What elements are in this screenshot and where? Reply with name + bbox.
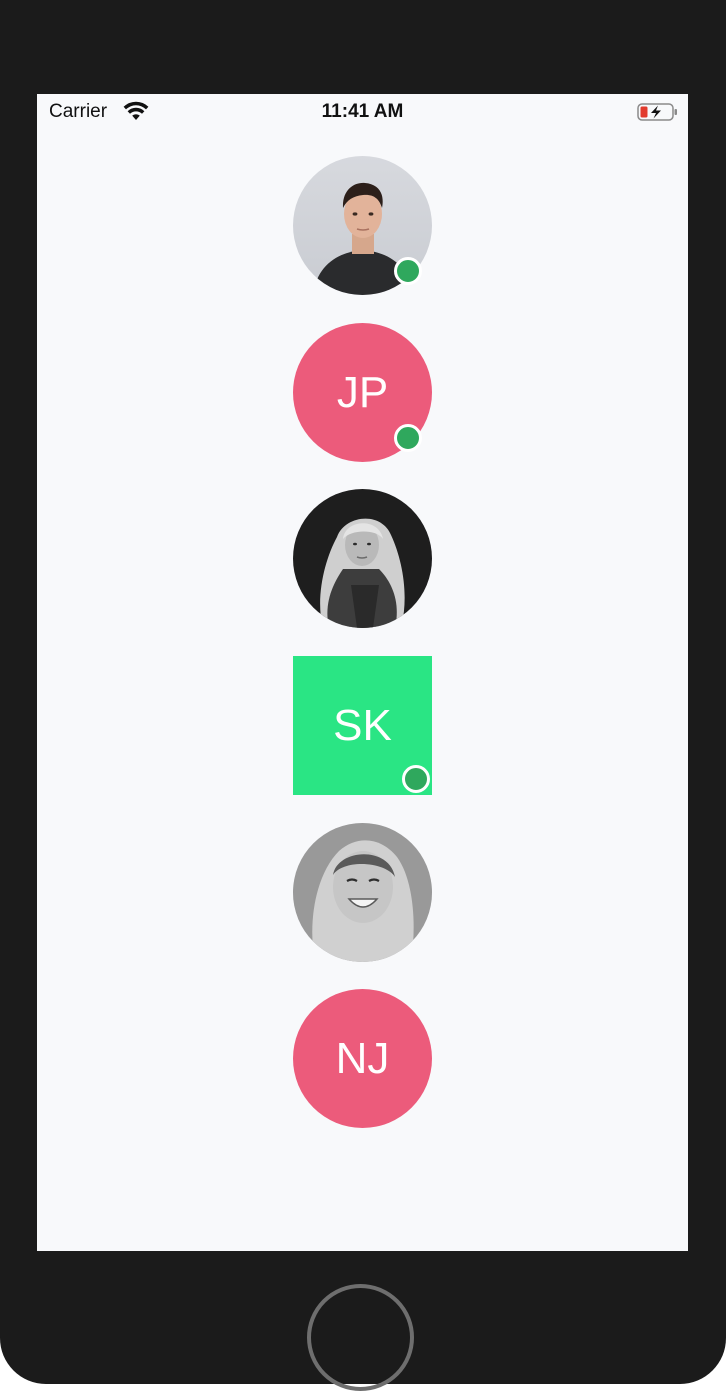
- avatar-smiling-woman-photo[interactable]: [293, 823, 432, 962]
- online-status-dot: [402, 765, 430, 793]
- status-bar: Carrier 11:41 AM: [37, 94, 688, 130]
- avatar-image: [293, 489, 432, 628]
- avatar-initials: JP: [336, 367, 389, 417]
- avatar-man-photo[interactable]: [293, 156, 432, 295]
- avatar-initials: NJ: [335, 1033, 390, 1083]
- online-status-dot: [394, 424, 422, 452]
- battery-charging-icon: [637, 103, 677, 121]
- app-screen: Carrier 11:41 AM JP SK NJ: [37, 94, 688, 1251]
- avatar-initials-nj[interactable]: NJ: [293, 989, 432, 1128]
- avatar-initials: SK: [333, 700, 392, 750]
- phone-frame: Carrier 11:41 AM JP SK NJ: [0, 0, 726, 1391]
- avatar-initials-jp[interactable]: JP: [293, 323, 432, 462]
- smiling-woman-image: [293, 823, 432, 962]
- online-status-dot: [394, 257, 422, 285]
- woman-portrait-image: [293, 489, 432, 628]
- avatar-initials-circle: NJ: [293, 989, 432, 1128]
- avatar-woman-photo[interactable]: [293, 489, 432, 628]
- clock: 11:41 AM: [321, 101, 404, 122]
- home-button[interactable]: [307, 1284, 414, 1391]
- avatar-image: [293, 823, 432, 962]
- avatar-initials-sk[interactable]: SK: [293, 656, 432, 795]
